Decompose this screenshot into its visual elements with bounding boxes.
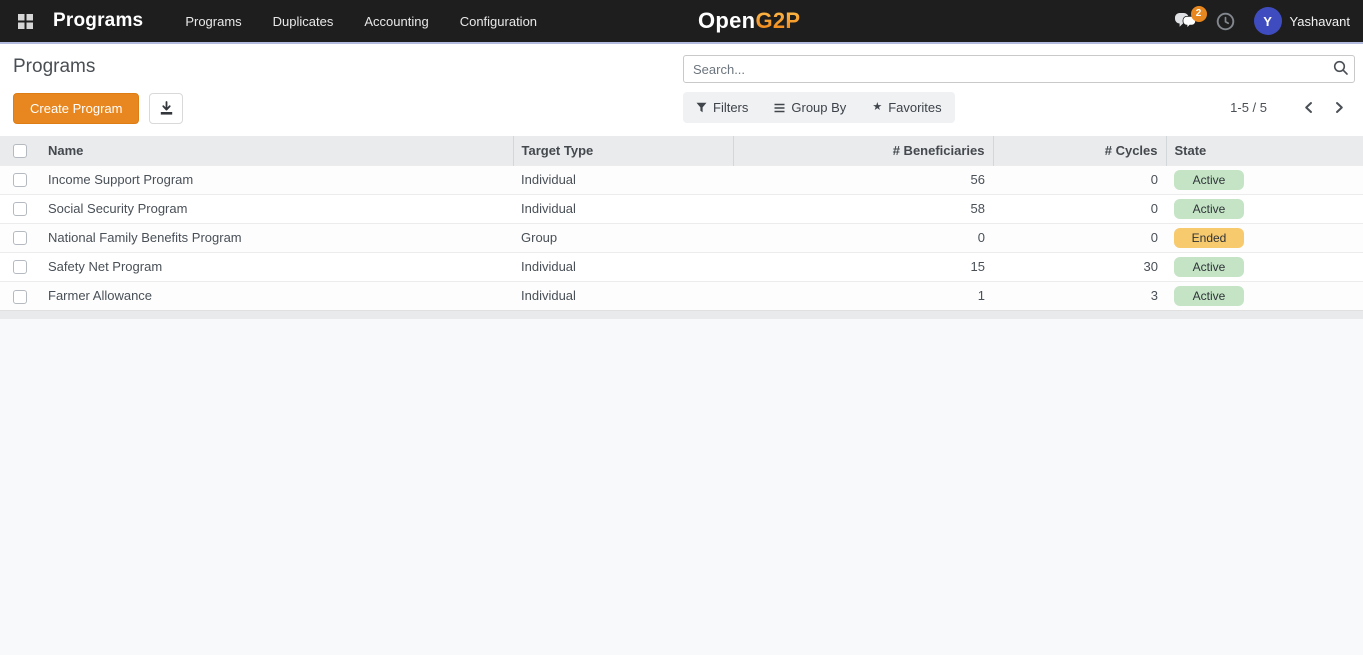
group-by-list-icon: [774, 103, 785, 113]
app-title[interactable]: Programs: [53, 10, 143, 32]
menu-item-programs[interactable]: Programs: [185, 14, 241, 29]
create-program-button[interactable]: Create Program: [13, 93, 139, 124]
target-type: Individual: [513, 281, 733, 310]
messages-count-badge: 2: [1191, 6, 1207, 22]
cycles-count: 0: [993, 223, 1166, 252]
search-options-group: Filters Group By ★ Favorites: [683, 92, 955, 123]
openg2p-logo: OpenG2P: [698, 0, 800, 42]
column-header-beneficiaries[interactable]: # Beneficiaries: [733, 136, 993, 165]
state-badge: Active: [1174, 257, 1244, 277]
row-checkbox[interactable]: [13, 260, 27, 274]
pager-previous-button[interactable]: [1293, 97, 1324, 118]
state-badge: Active: [1174, 199, 1244, 219]
control-panel: Programs Create Program: [0, 44, 1363, 136]
clock-icon: [1216, 12, 1235, 31]
menu-item-configuration[interactable]: Configuration: [460, 14, 537, 29]
user-menu[interactable]: Y Yashavant: [1254, 7, 1350, 35]
grid-icon: [17, 13, 34, 30]
beneficiaries-count: 58: [733, 194, 993, 223]
chevron-right-icon: [1334, 101, 1345, 114]
group-by-button[interactable]: Group By: [761, 92, 859, 123]
favorites-button[interactable]: ★ Favorites: [859, 92, 954, 123]
favorites-star-icon: ★: [872, 102, 882, 113]
chevron-left-icon: [1303, 101, 1314, 114]
program-name: Farmer Allowance: [40, 281, 513, 310]
avatar: Y: [1254, 7, 1282, 35]
table-footer-strip: [0, 310, 1363, 319]
state-badge: Ended: [1174, 228, 1244, 248]
row-checkbox[interactable]: [13, 202, 27, 216]
top-navbar: Programs Programs Duplicates Accounting …: [0, 0, 1363, 44]
pager: 1-5 / 5: [1230, 97, 1355, 118]
target-type: Individual: [513, 165, 733, 194]
cycles-count: 3: [993, 281, 1166, 310]
program-name: Income Support Program: [40, 165, 513, 194]
row-checkbox[interactable]: [13, 231, 27, 245]
table-row[interactable]: Safety Net Program Individual 15 30 Acti…: [0, 252, 1363, 281]
magnifier-icon: [1333, 60, 1349, 76]
apps-menu-icon[interactable]: [13, 9, 38, 34]
menu-item-accounting[interactable]: Accounting: [364, 14, 428, 29]
table-row[interactable]: Farmer Allowance Individual 1 3 Active: [0, 281, 1363, 310]
favorites-label: Favorites: [888, 100, 941, 115]
main-menu: Programs Duplicates Accounting Configura…: [185, 14, 537, 29]
cycles-count: 0: [993, 194, 1166, 223]
target-type: Individual: [513, 252, 733, 281]
program-name: National Family Benefits Program: [40, 223, 513, 252]
beneficiaries-count: 56: [733, 165, 993, 194]
program-name: Safety Net Program: [40, 252, 513, 281]
logo-text-open: Open: [698, 8, 755, 34]
select-all-checkbox[interactable]: [13, 144, 27, 158]
row-checkbox[interactable]: [13, 173, 27, 187]
table-header-row: Name Target Type # Beneficiaries # Cycle…: [0, 136, 1363, 165]
table-row[interactable]: National Family Benefits Program Group 0…: [0, 223, 1363, 252]
program-name: Social Security Program: [40, 194, 513, 223]
page-title: Programs: [13, 56, 683, 78]
column-header-cycles[interactable]: # Cycles: [993, 136, 1166, 165]
beneficiaries-count: 1: [733, 281, 993, 310]
user-name: Yashavant: [1290, 14, 1350, 29]
state-badge: Active: [1174, 286, 1244, 306]
search-icon[interactable]: [1333, 60, 1349, 79]
table-row[interactable]: Income Support Program Individual 56 0 A…: [0, 165, 1363, 194]
row-checkbox[interactable]: [13, 290, 27, 304]
messages-icon[interactable]: 2: [1174, 12, 1197, 31]
column-header-name[interactable]: Name: [40, 136, 513, 165]
filters-label: Filters: [713, 100, 748, 115]
download-icon: [159, 101, 174, 116]
column-header-state[interactable]: State: [1166, 136, 1363, 165]
pager-next-button[interactable]: [1324, 97, 1355, 118]
cycles-count: 30: [993, 252, 1166, 281]
menu-item-duplicates[interactable]: Duplicates: [273, 14, 334, 29]
logo-text-g2p: G2P: [755, 8, 800, 34]
cycles-count: 0: [993, 165, 1166, 194]
activity-clock-icon[interactable]: [1216, 12, 1235, 31]
group-by-label: Group By: [791, 100, 846, 115]
state-badge: Active: [1174, 170, 1244, 190]
table-row[interactable]: Social Security Program Individual 58 0 …: [0, 194, 1363, 223]
search-input[interactable]: [683, 55, 1355, 83]
column-header-target-type[interactable]: Target Type: [513, 136, 733, 165]
beneficiaries-count: 15: [733, 252, 993, 281]
target-type: Individual: [513, 194, 733, 223]
programs-table: Name Target Type # Beneficiaries # Cycle…: [0, 136, 1363, 310]
pager-range[interactable]: 1-5 / 5: [1230, 100, 1267, 115]
export-button[interactable]: [149, 93, 183, 124]
target-type: Group: [513, 223, 733, 252]
filter-funnel-icon: [696, 102, 707, 113]
main-content: Programs Create Program: [0, 44, 1363, 319]
beneficiaries-count: 0: [733, 223, 993, 252]
filters-button[interactable]: Filters: [683, 92, 761, 123]
